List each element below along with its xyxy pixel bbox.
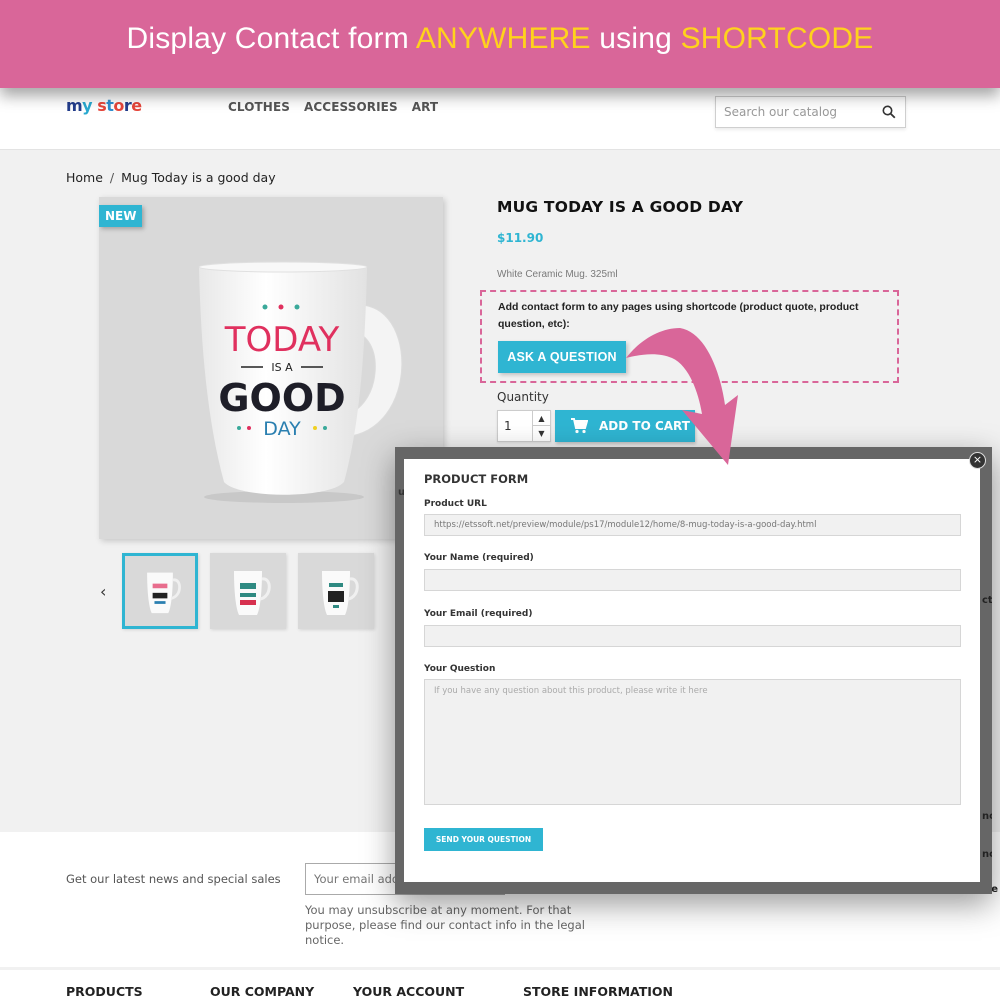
- main-nav: CLOTHES ACCESSORIES ART: [228, 100, 438, 114]
- shopping-cart-icon: [571, 418, 588, 434]
- new-badge: NEW: [99, 205, 143, 227]
- breadcrumb-current: Mug Today is a good day: [121, 170, 276, 185]
- promo-banner: Display Contact form ANYWHERE using SHOR…: [0, 0, 1000, 88]
- site-footer: PRODUCTS OUR COMPANY YOUR ACCOUNT STORE …: [0, 967, 1000, 1000]
- send-question-button[interactable]: SEND YOUR QUESTION: [424, 828, 543, 851]
- promo-text: Display Contact form: [126, 22, 416, 55]
- quantity-label: Quantity: [497, 390, 549, 404]
- search-box: [715, 96, 906, 128]
- promo-highlight-anywhere: ANYWHERE: [415, 22, 591, 55]
- quantity-stepper: ▲ ▼: [497, 410, 551, 442]
- ask-a-question-button[interactable]: ASK A QUESTION: [498, 341, 626, 373]
- nav-art[interactable]: ART: [412, 100, 438, 114]
- search-input[interactable]: [716, 97, 866, 127]
- promo-headline: Display Contact form ANYWHERE using SHOR…: [127, 22, 874, 56]
- newsletter-text: Get our latest news and special sales: [66, 872, 281, 886]
- modal-title: PRODUCT FORM: [424, 472, 529, 486]
- mug-text-is-a: IS A: [271, 361, 293, 374]
- email-label: Your Email (required): [424, 609, 533, 619]
- logo-letter: s: [97, 96, 107, 115]
- question-label: Your Question: [424, 664, 496, 674]
- add-to-cart-button[interactable]: ADD TO CART: [555, 410, 695, 442]
- close-icon[interactable]: ×: [969, 452, 986, 469]
- footer-products: PRODUCTS: [66, 984, 143, 999]
- thumbnail-carousel: ‹: [100, 553, 386, 629]
- thumbnail-adventure[interactable]: [298, 553, 374, 629]
- chevron-down-icon[interactable]: ▼: [532, 426, 550, 441]
- name-field[interactable]: [424, 569, 961, 591]
- promo-text: using: [590, 22, 681, 55]
- mug-text-good: GOOD: [218, 376, 345, 420]
- nav-accessories[interactable]: ACCESSORIES: [304, 100, 398, 114]
- logo-letter: o: [113, 96, 124, 115]
- product-short-description: White Ceramic Mug. 325ml: [497, 269, 618, 280]
- product-url-field[interactable]: [424, 514, 961, 536]
- logo-letter: m: [66, 96, 83, 115]
- name-label: Your Name (required): [424, 553, 534, 563]
- email-field[interactable]: [424, 625, 961, 647]
- chevron-up-icon[interactable]: ▲: [532, 411, 550, 426]
- thumbnail-mug-image: [322, 571, 359, 615]
- background-text-peek: no: [982, 811, 992, 822]
- mug-image: TODAY IS A GOOD DAY: [198, 261, 403, 503]
- shortcode-note: Add contact form to any pages using shor…: [498, 301, 859, 330]
- footer-your-account: YOUR ACCOUNT: [353, 984, 465, 999]
- background-text-peek: no: [982, 849, 992, 860]
- chevron-left-icon[interactable]: ‹: [100, 582, 122, 601]
- shortcode-highlight-box: Add contact form to any pages using shor…: [480, 290, 899, 383]
- thumbnail-best[interactable]: [210, 553, 286, 629]
- breadcrumb-separator: /: [109, 170, 115, 185]
- store-logo[interactable]: my store: [66, 96, 142, 115]
- product-main-image[interactable]: NEW TODAY IS A GOOD DAY: [99, 197, 443, 539]
- mug-text-day: DAY: [263, 418, 301, 440]
- promo-highlight-shortcode: SHORTCODE: [680, 22, 874, 55]
- breadcrumb: Home / Mug Today is a good day: [66, 170, 276, 185]
- add-to-cart-label: ADD TO CART: [599, 419, 690, 433]
- product-form-modal: PRODUCT FORM Product URL Your Name (requ…: [404, 459, 980, 882]
- footer-our-company: OUR COMPANY: [210, 984, 315, 999]
- search-icon[interactable]: [882, 105, 896, 119]
- product-price: $11.90: [497, 231, 544, 245]
- nav-clothes[interactable]: CLOTHES: [228, 100, 290, 114]
- logo-letter: y: [82, 96, 93, 115]
- footer-store-information: STORE INFORMATION: [523, 984, 673, 999]
- logo-letter: e: [131, 96, 142, 115]
- site-header: my store CLOTHES ACCESSORIES ART: [0, 88, 1000, 150]
- product-title: MUG TODAY IS A GOOD DAY: [497, 198, 744, 216]
- thumbnail-mug-image: [147, 572, 181, 614]
- newsletter-note: You may unsubscribe at any moment. For t…: [305, 903, 585, 947]
- quantity-input[interactable]: [498, 411, 532, 441]
- thumbnail-today[interactable]: [122, 553, 198, 629]
- background-text-peek: ct: [982, 595, 992, 606]
- mug-text-today: TODAY: [224, 320, 340, 360]
- product-url-label: Product URL: [424, 499, 487, 509]
- mug-rim: [198, 261, 368, 273]
- question-textarea[interactable]: [424, 679, 961, 805]
- thumbnail-mug-image: [234, 571, 271, 615]
- breadcrumb-home[interactable]: Home: [66, 170, 103, 185]
